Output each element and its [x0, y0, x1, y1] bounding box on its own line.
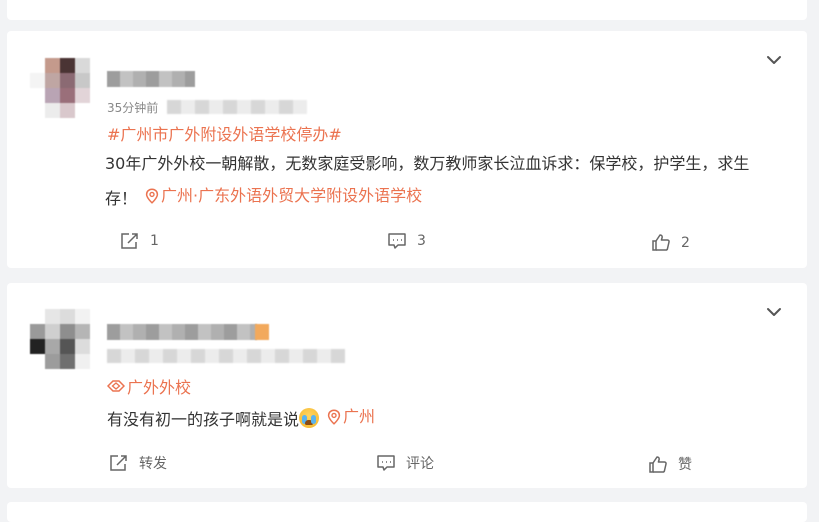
chevron-down-icon[interactable] — [765, 51, 783, 69]
like-button[interactable]: 赞 — [648, 454, 692, 474]
hashtag-topic-link[interactable]: #广州市广外附设外语学校停办# — [107, 121, 342, 145]
crying-emoji-icon — [299, 408, 320, 428]
comment-icon — [377, 455, 395, 471]
location-link[interactable]: 广州·广东外语外贸大学附设外语学校 — [145, 180, 422, 212]
location-link[interactable]: 广州 — [327, 401, 375, 433]
previous-post-card-edge — [7, 0, 807, 20]
post-source-redacted — [167, 100, 307, 114]
comment-button[interactable]: 3 — [387, 232, 426, 250]
location-text[interactable]: 广州·广东外语外贸大学附设外语学校 — [161, 180, 422, 212]
share-count: 1 — [150, 233, 159, 249]
post-text: 有没有初一的孩子啊就是说 广州 — [107, 401, 777, 436]
username-redacted[interactable] — [107, 71, 195, 87]
post-text: 30年广外外校一朝解散，无数家庭受影响，数万教师家长泣血诉求：保学校，护学生，求… — [105, 148, 775, 215]
like-count: 2 — [681, 234, 690, 251]
share-button[interactable]: 转发 — [109, 453, 167, 473]
comment-label: 评论 — [406, 456, 434, 472]
super-topic-link[interactable]: 广外外校 — [107, 374, 191, 398]
share-icon — [110, 455, 127, 471]
location-pin-icon — [145, 188, 159, 204]
super-topic-text[interactable]: 广外外校 — [127, 374, 191, 398]
post-time: 35分钟前 — [107, 101, 159, 115]
thumbs-up-icon — [649, 455, 667, 473]
avatar[interactable] — [30, 309, 90, 369]
location-pin-icon — [327, 409, 341, 425]
share-label: 转发 — [139, 456, 167, 472]
thumbs-up-icon — [652, 234, 670, 251]
hashtag-topic-text[interactable]: #广州市广外附设外语学校停办# — [107, 121, 342, 145]
comment-icon — [388, 233, 406, 249]
username-redacted[interactable] — [107, 324, 257, 340]
comment-button[interactable]: 评论 — [376, 453, 434, 473]
user-badge-redacted — [255, 324, 269, 340]
like-label: 赞 — [678, 457, 692, 473]
share-button[interactable]: 1 — [120, 232, 159, 250]
next-post-card-edge — [7, 502, 807, 522]
location-text[interactable]: 广州 — [343, 401, 375, 433]
chevron-down-icon[interactable] — [765, 303, 783, 321]
post-card: 广外外校 有没有初一的孩子啊就是说 广州 转发 评论 赞 — [7, 283, 807, 488]
post-meta-redacted — [107, 349, 345, 363]
post-card: 35分钟前 #广州市广外附设外语学校停办# 30年广外外校一朝解散，无数家庭受影… — [7, 31, 807, 268]
like-button[interactable]: 2 — [651, 233, 690, 252]
post-body: 有没有初一的孩子啊就是说 — [107, 410, 300, 429]
avatar[interactable] — [30, 58, 90, 118]
share-icon — [121, 233, 138, 249]
comment-count: 3 — [417, 233, 426, 249]
super-topic-icon — [107, 380, 125, 392]
